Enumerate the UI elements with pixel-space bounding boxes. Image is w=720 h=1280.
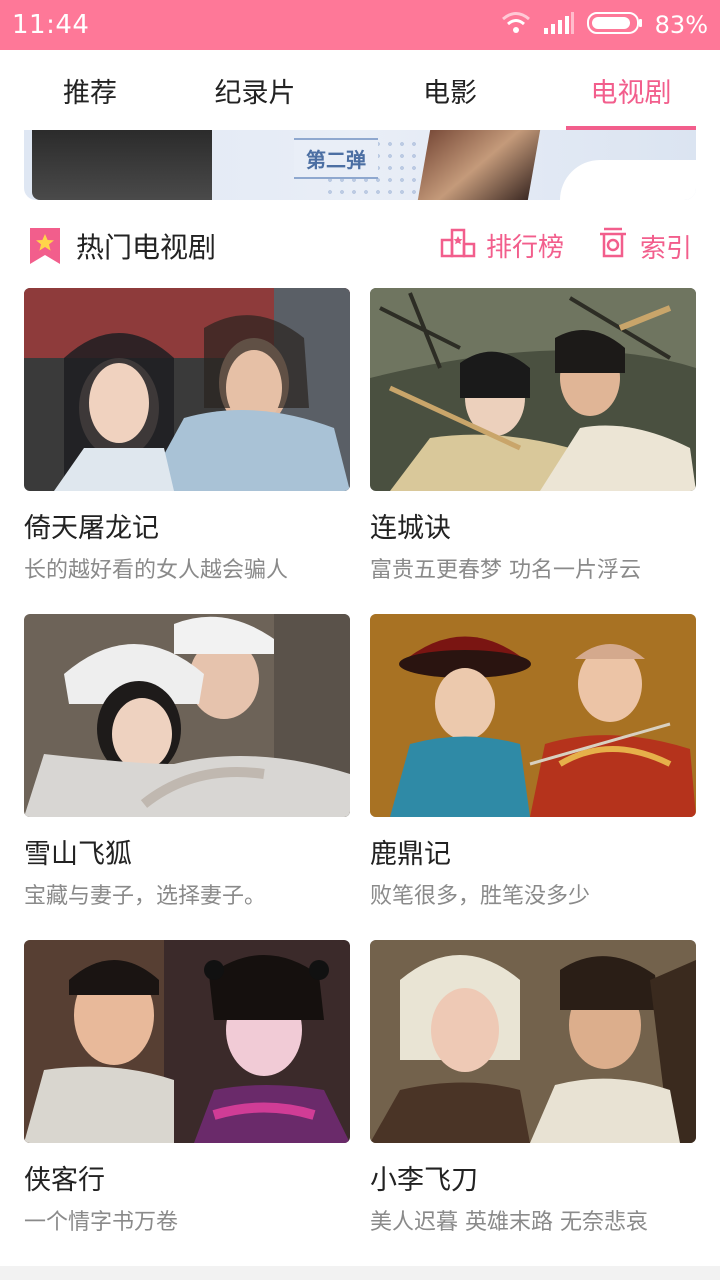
show-tagline: 美人迟暮 英雄末路 无奈悲哀 [370, 1210, 648, 1235]
wifi-icon [501, 10, 531, 40]
tab-recommended[interactable]: 推荐 [30, 50, 150, 130]
ranking-icon [440, 226, 476, 265]
battery-percent: 83% [654, 11, 708, 39]
status-bar: 11:44 83% [0, 0, 720, 50]
category-tabs: 推荐 纪录片 电影 电视剧 [0, 50, 720, 130]
show-tagline: 一个情字书万卷 [24, 1210, 179, 1235]
index-button[interactable]: 索引 [596, 226, 692, 267]
banner-pager [560, 160, 696, 200]
show-thumbnail[interactable] [370, 614, 696, 817]
status-time: 11:44 [12, 10, 90, 40]
show-title[interactable]: 侠客行 [24, 1158, 105, 1197]
tab-tv-series[interactable]: 电视剧 [566, 50, 696, 130]
battery-icon [586, 11, 643, 39]
tab-documentary[interactable]: 纪录片 [195, 50, 315, 130]
banner-badge: 第二弹 [294, 138, 378, 179]
signal-icon [543, 11, 575, 39]
show-thumbnail[interactable] [370, 940, 696, 1143]
promo-banner[interactable]: 第二弹 [24, 130, 696, 200]
show-tagline: 富贵五更春梦 功名一片浮云 [370, 558, 641, 583]
show-title[interactable]: 雪山飞狐 [24, 832, 132, 871]
index-icon [596, 226, 630, 267]
banner-figure-image [32, 130, 212, 200]
show-title[interactable]: 小李飞刀 [370, 1158, 478, 1197]
show-thumbnail[interactable] [24, 940, 350, 1143]
banner-still-image [417, 130, 541, 200]
show-tagline: 长的越好看的女人越会骗人 [24, 558, 289, 583]
show-thumbnail[interactable] [370, 288, 696, 491]
section-title: 热门电视剧 [76, 231, 217, 264]
show-title[interactable]: 倚天屠龙记 [24, 506, 159, 545]
show-tagline: 宝藏与妻子，选择妻子。 [24, 884, 267, 909]
show-thumbnail[interactable] [24, 288, 350, 491]
show-thumbnail[interactable] [24, 614, 350, 817]
bottom-edge [0, 1266, 720, 1280]
ranking-label: 排行榜 [486, 233, 565, 263]
index-label: 索引 [640, 234, 693, 264]
bookmark-star-icon [30, 228, 60, 264]
show-title[interactable]: 连城诀 [370, 506, 451, 545]
show-tagline: 败笔很多，胜笔没多少 [370, 884, 591, 909]
show-title[interactable]: 鹿鼎记 [370, 832, 451, 871]
section-header: 热门电视剧 排行榜 索引 [0, 214, 720, 274]
tab-movies[interactable]: 电影 [390, 50, 510, 130]
ranking-button[interactable]: 排行榜 [440, 226, 564, 265]
